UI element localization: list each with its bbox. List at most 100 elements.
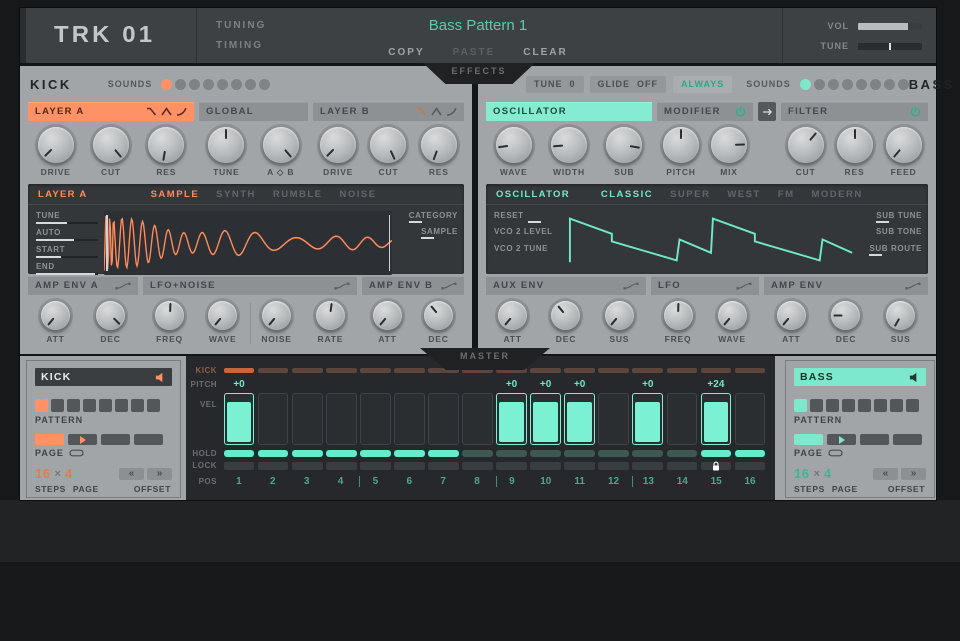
param-reset[interactable]: RESET — [494, 211, 564, 223]
modifier-route-arrow-button[interactable] — [758, 102, 776, 121]
param-category[interactable]: CATEGORY — [409, 211, 458, 223]
knob-res[interactable]: RES — [148, 127, 184, 177]
filter-power-icon[interactable] — [910, 106, 921, 117]
kick-trigger-step-14[interactable] — [667, 368, 698, 373]
mod-curve-icon[interactable] — [441, 281, 457, 291]
position-label-13[interactable]: 13 — [632, 476, 664, 487]
knob-dial[interactable] — [498, 301, 527, 330]
hold-step-13[interactable] — [632, 450, 663, 457]
knob-wave[interactable]: WAVE — [208, 301, 237, 344]
knob-dial[interactable] — [663, 127, 699, 163]
knob-dial[interactable] — [788, 127, 824, 163]
pattern-slot-8[interactable] — [906, 399, 919, 412]
pattern-title[interactable]: Bass Pattern 1 — [20, 17, 936, 34]
knob-dial[interactable] — [262, 301, 291, 330]
knob-freq[interactable]: FREQ — [155, 301, 184, 344]
knob-dial[interactable] — [208, 127, 244, 163]
hold-step-8[interactable] — [462, 450, 493, 457]
sound-slot-4[interactable] — [842, 79, 853, 90]
sample-waveform[interactable] — [104, 211, 392, 275]
pattern-slot-3[interactable] — [67, 399, 80, 412]
offset-left-button[interactable]: « — [119, 468, 144, 480]
bass-box-header[interactable]: BASS — [794, 368, 926, 386]
section-header-layer-b[interactable]: LAYER B — [313, 102, 464, 121]
env-triangle-icon[interactable] — [431, 107, 442, 116]
knob-drive[interactable]: DRIVE — [38, 127, 74, 177]
tune-slider[interactable] — [858, 43, 922, 50]
env-triangle-icon[interactable] — [161, 107, 172, 116]
knob-att[interactable]: ATT — [373, 301, 402, 344]
lock-step-7[interactable] — [428, 462, 459, 470]
hold-step-15[interactable] — [701, 450, 732, 457]
hold-step-6[interactable] — [394, 450, 425, 457]
velocity-step-11[interactable] — [564, 393, 595, 445]
knob-dial[interactable] — [96, 301, 125, 330]
sound-slot-6[interactable] — [231, 79, 242, 90]
sound-slot-3[interactable] — [828, 79, 839, 90]
pitch-value-step-11[interactable]: +0 — [564, 379, 595, 390]
velocity-step-16[interactable] — [735, 393, 766, 445]
mod-curve-icon[interactable] — [623, 281, 639, 291]
sample-end-marker[interactable] — [389, 215, 391, 271]
pitch-value-step-1[interactable]: +0 — [224, 379, 255, 390]
lock-step-14[interactable] — [667, 462, 698, 470]
kick-trigger-step-15[interactable] — [701, 368, 732, 373]
knob-dial[interactable] — [320, 127, 356, 163]
knob-cut[interactable]: CUT — [788, 127, 824, 177]
kick-mute-speaker-icon[interactable] — [155, 372, 166, 383]
knob-dial[interactable] — [606, 127, 642, 163]
hold-step-12[interactable] — [598, 450, 629, 457]
pattern-slot-2[interactable] — [810, 399, 823, 412]
kick-steps-value[interactable]: 16 — [35, 466, 50, 481]
loop-icon[interactable] — [69, 449, 84, 457]
position-label-6[interactable]: 6 — [394, 476, 425, 487]
vol-slider[interactable] — [858, 23, 922, 30]
hold-step-9[interactable] — [496, 450, 527, 457]
knob-freq[interactable]: FREQ — [664, 301, 693, 344]
velocity-step-15[interactable] — [701, 393, 732, 445]
page-button-4[interactable] — [134, 434, 163, 445]
velocity-step-7[interactable] — [428, 393, 459, 445]
knob-dial[interactable] — [886, 127, 922, 163]
velocity-step-14[interactable] — [667, 393, 698, 445]
kick-trigger-step-11[interactable] — [564, 368, 595, 373]
velocity-step-10[interactable] — [530, 393, 561, 445]
page-button-2[interactable] — [68, 434, 97, 445]
position-label-12[interactable]: 12 — [598, 476, 629, 487]
hold-step-10[interactable] — [530, 450, 561, 457]
sound-slot-5[interactable] — [217, 79, 228, 90]
velocity-step-1[interactable] — [224, 393, 255, 445]
velocity-step-4[interactable] — [326, 393, 357, 445]
knob-cut[interactable]: CUT — [93, 127, 129, 177]
pattern-slot-5[interactable] — [99, 399, 112, 412]
sound-slot-2[interactable] — [175, 79, 186, 90]
param-vco2-tune[interactable]: VCO 2 TUNE — [494, 244, 564, 253]
sound-slot-6[interactable] — [870, 79, 881, 90]
lock-step-6[interactable] — [394, 462, 425, 470]
lock-step-4[interactable] — [326, 462, 357, 470]
knob-att[interactable]: ATT — [498, 301, 527, 344]
position-label-3[interactable]: 3 — [291, 476, 322, 487]
lock-step-13[interactable] — [632, 462, 663, 470]
kick-trigger-step-5[interactable] — [360, 368, 391, 373]
kick-box-header[interactable]: KICK — [35, 368, 172, 386]
knob-dial[interactable] — [777, 301, 806, 330]
loop-icon[interactable] — [828, 449, 843, 457]
knob-dial[interactable] — [208, 301, 237, 330]
knob-feed[interactable]: FEED — [886, 127, 922, 177]
position-label-5[interactable]: 5 — [359, 476, 391, 487]
section-header-layer-a[interactable]: LAYER A — [28, 102, 194, 121]
mod-curve-icon[interactable] — [115, 281, 131, 291]
page-button-4[interactable] — [893, 434, 922, 445]
bass-tune-control[interactable]: TUNE 0 — [526, 76, 584, 93]
kick-trigger-step-10[interactable] — [530, 368, 561, 373]
sound-slot-4[interactable] — [203, 79, 214, 90]
lock-step-8[interactable] — [462, 462, 493, 470]
knob-dial[interactable] — [93, 127, 129, 163]
tab-classic[interactable]: CLASSIC — [601, 189, 653, 200]
hold-step-1[interactable] — [224, 450, 255, 457]
env-decay-icon[interactable] — [146, 107, 157, 116]
param-sub-route[interactable]: SUB ROUTE — [869, 244, 922, 256]
position-label-16[interactable]: 16 — [735, 476, 766, 487]
offset-right-button[interactable]: » — [147, 468, 172, 480]
